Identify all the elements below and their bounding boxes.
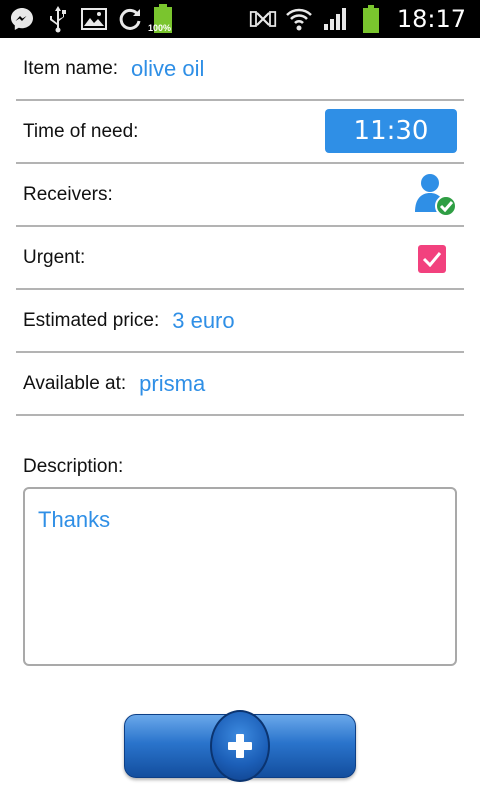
battery-icon: [357, 5, 385, 33]
checkmark-icon: [422, 252, 442, 267]
receivers-label: Receivers:: [23, 183, 113, 205]
messenger-icon: [8, 5, 36, 33]
estimated-price-label: Estimated price:: [23, 309, 160, 331]
available-at-label: Available at:: [23, 372, 127, 394]
battery-icon: 100%: [148, 3, 174, 35]
clock: 18:17: [396, 5, 466, 33]
row-receivers: Receivers:: [16, 164, 464, 227]
item-name-value[interactable]: olive oil: [131, 56, 204, 82]
row-item-name[interactable]: Item name: olive oil: [16, 38, 464, 101]
urgent-label: Urgent:: [23, 246, 86, 268]
row-time-of-need: Time of need: 11:30: [16, 101, 464, 164]
nfc-icon: [249, 5, 277, 33]
row-urgent: Urgent:: [16, 227, 464, 290]
description-label: Description:: [23, 456, 124, 477]
image-icon: [80, 5, 108, 33]
row-available-at[interactable]: Available at: prisma: [16, 353, 464, 416]
sync-icon: [116, 5, 144, 33]
item-form: Item name: olive oil Time of need: 11:30…: [16, 38, 464, 416]
description-textarea[interactable]: Thanks: [23, 487, 457, 666]
wifi-icon: [285, 5, 313, 33]
add-icon[interactable]: [210, 710, 270, 782]
item-name-label: Item name:: [23, 57, 119, 79]
estimated-price-value[interactable]: 3 euro: [172, 308, 234, 334]
time-picker-button[interactable]: 11:30: [325, 109, 457, 153]
signal-icon: [321, 5, 349, 33]
available-at-value[interactable]: prisma: [139, 371, 205, 397]
usb-icon: [44, 5, 72, 33]
status-bar: 100% 18:17: [0, 0, 480, 38]
battery-percent: 100%: [148, 23, 172, 33]
time-of-need-label: Time of need:: [23, 120, 139, 142]
row-estimated-price[interactable]: Estimated price: 3 euro: [16, 290, 464, 353]
select-receivers-icon[interactable]: [412, 172, 458, 218]
urgent-checkbox[interactable]: [418, 245, 446, 273]
